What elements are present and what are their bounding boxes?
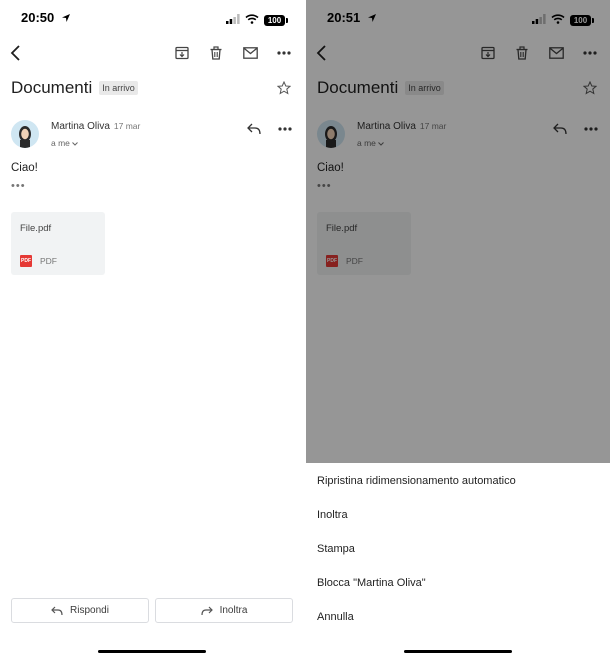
menu-item-forward[interactable]: Inoltra [317, 509, 348, 521]
email-screen-right: 20:51 100 Documenti In arrivo Martina Ol… [306, 0, 610, 659]
battery-icon: 100 [264, 14, 288, 26]
location-arrow-icon [61, 11, 71, 26]
more-horizontal-icon[interactable] [278, 122, 292, 140]
sender-name: Martina Oliva 17 mar [51, 121, 140, 132]
menu-item-block-sender[interactable]: Blocca "Martina Oliva" [317, 577, 426, 589]
archive-icon[interactable] [172, 43, 192, 63]
status-time: 20:50 [21, 10, 71, 26]
forward-button-label: Inoltra [219, 605, 248, 616]
reply-icon[interactable] [247, 122, 261, 140]
star-outline-icon[interactable] [276, 80, 292, 100]
chevron-left-icon[interactable] [6, 43, 26, 63]
status-time-text: 20:50 [21, 10, 55, 25]
forward-button[interactable]: Inoltra [155, 598, 293, 623]
forward-icon [200, 606, 213, 616]
wifi-icon [245, 11, 259, 29]
reply-button[interactable]: Rispondi [11, 598, 149, 623]
home-indicator[interactable] [404, 650, 512, 653]
home-indicator[interactable] [98, 650, 206, 653]
chevron-down-icon [72, 138, 79, 148]
attachment-card[interactable]: File.pdf PDF PDF [11, 212, 105, 275]
attachment-type-text: PDF [40, 256, 57, 266]
recipient-toggle[interactable]: a me [51, 138, 79, 148]
signal-icon [226, 11, 240, 29]
trash-icon[interactable] [206, 43, 226, 63]
pdf-icon: PDF [20, 255, 32, 267]
modal-overlay[interactable] [306, 0, 610, 463]
email-date: 17 mar [113, 121, 141, 131]
email-subject: Documenti [11, 78, 93, 97]
email-screen-left: 20:50 100 Documenti In arrivo Martina Ol… [0, 0, 305, 659]
sender-row: Martina Oliva 17 mar a me [11, 120, 294, 154]
sender-name-text: Martina Oliva [51, 121, 110, 132]
show-quoted-button[interactable]: ••• [11, 180, 26, 192]
mail-icon[interactable] [240, 43, 260, 63]
more-horizontal-icon[interactable] [274, 43, 294, 63]
email-body: Ciao! [11, 162, 38, 174]
email-toolbar [0, 40, 305, 66]
attachment-name: File.pdf [20, 223, 52, 234]
avatar[interactable] [11, 120, 39, 148]
reply-icon [51, 606, 63, 616]
reply-button-label: Rispondi [70, 605, 109, 616]
status-icons: 100 [226, 11, 288, 29]
inbox-label-chip[interactable]: In arrivo [99, 81, 138, 95]
subject-row: Documenti In arrivo [11, 76, 294, 100]
recipient-text: a me [51, 138, 70, 148]
action-sheet: Ripristina ridimensionamento automatico … [306, 463, 610, 659]
menu-item-restore-autosize[interactable]: Ripristina ridimensionamento automatico [317, 475, 516, 487]
attachment-type: PDF PDF [20, 255, 57, 267]
status-bar: 20:50 100 [0, 0, 305, 34]
menu-item-print[interactable]: Stampa [317, 543, 355, 555]
menu-item-cancel[interactable]: Annulla [317, 611, 354, 623]
